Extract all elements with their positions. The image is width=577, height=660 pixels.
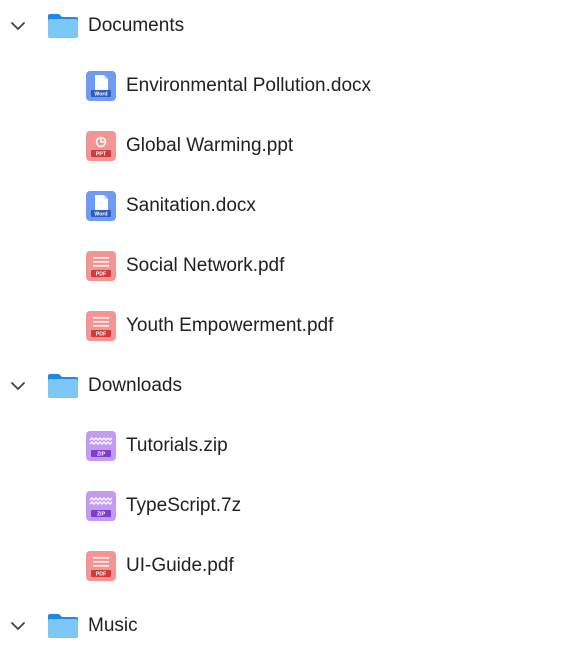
tree-node-file[interactable]: PDF Social Network.pdf bbox=[0, 236, 577, 296]
svg-text:Word: Word bbox=[94, 212, 107, 218]
file-label: Sanitation.docx bbox=[126, 195, 256, 216]
ppt-file-icon: PPT bbox=[86, 131, 116, 161]
word-file-icon: Word bbox=[86, 71, 116, 101]
file-label: Environmental Pollution.docx bbox=[126, 75, 372, 96]
file-label: Youth Empowerment.pdf bbox=[126, 315, 334, 336]
tree-node-documents[interactable]: Documents bbox=[0, 0, 577, 56]
file-label: UI-Guide.pdf bbox=[126, 555, 234, 576]
chevron-down-icon[interactable] bbox=[6, 374, 30, 398]
tree-node-file[interactable]: PDF UI-Guide.pdf bbox=[0, 536, 577, 596]
tree-node-file[interactable]: Word Environmental Pollution.docx bbox=[0, 56, 577, 116]
tree-node-file[interactable]: ZIP TypeScript.7z bbox=[0, 476, 577, 536]
folder-label: Music bbox=[88, 615, 138, 636]
pdf-file-icon: PDF bbox=[86, 251, 116, 281]
svg-text:PDF: PDF bbox=[96, 272, 106, 278]
chevron-down-icon[interactable] bbox=[6, 14, 30, 38]
tree-node-file[interactable]: PDF Youth Empowerment.pdf bbox=[0, 296, 577, 356]
folder-label: Documents bbox=[88, 15, 185, 36]
file-label: Global Warming.ppt bbox=[126, 135, 294, 156]
tree-node-file[interactable]: Word Sanitation.docx bbox=[0, 176, 577, 236]
tree-node-music[interactable]: Music bbox=[0, 596, 577, 656]
zip-file-icon: ZIP bbox=[86, 431, 116, 461]
file-label: Social Network.pdf bbox=[126, 255, 285, 276]
folder-icon bbox=[47, 13, 79, 39]
zip-file-icon: ZIP bbox=[86, 491, 116, 521]
folder-label: Downloads bbox=[88, 375, 182, 396]
folder-icon bbox=[47, 373, 79, 399]
tree-node-downloads[interactable]: Downloads bbox=[0, 356, 577, 416]
chevron-down-icon[interactable] bbox=[6, 614, 30, 638]
pdf-file-icon: PDF bbox=[86, 311, 116, 341]
svg-text:PPT: PPT bbox=[96, 152, 107, 158]
svg-text:PDF: PDF bbox=[96, 332, 106, 338]
word-file-icon: Word bbox=[86, 191, 116, 221]
tree-node-file[interactable]: PPT Global Warming.ppt bbox=[0, 116, 577, 176]
tree-node-file[interactable]: ZIP Tutorials.zip bbox=[0, 416, 577, 476]
svg-text:ZIP: ZIP bbox=[97, 512, 106, 518]
folder-icon bbox=[47, 613, 79, 639]
pdf-file-icon: PDF bbox=[86, 551, 116, 581]
svg-text:Word: Word bbox=[94, 92, 107, 98]
svg-text:PDF: PDF bbox=[96, 572, 106, 578]
file-label: TypeScript.7z bbox=[126, 495, 242, 516]
svg-text:ZIP: ZIP bbox=[97, 452, 106, 458]
file-label: Tutorials.zip bbox=[126, 435, 228, 456]
